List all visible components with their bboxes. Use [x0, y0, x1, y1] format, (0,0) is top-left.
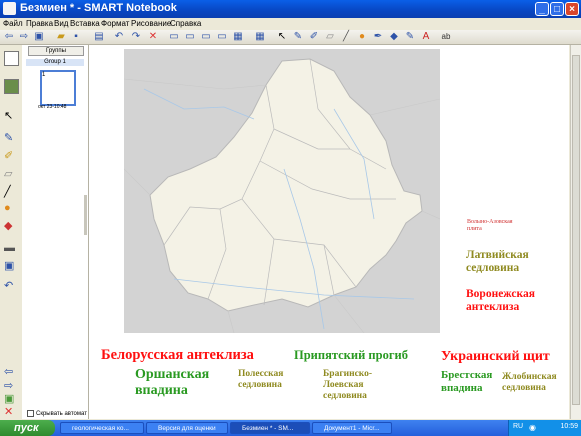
fullscreen-icon[interactable]: ▭	[200, 31, 212, 43]
paste-icon[interactable]: ▤	[93, 31, 105, 43]
taskbar: пуск геологическая ко... Версия для оцен…	[0, 420, 581, 436]
start-button[interactable]: пуск	[0, 420, 55, 436]
menu-format[interactable]: Формат	[101, 19, 129, 28]
scroll-thumb[interactable]	[572, 55, 580, 405]
groups-button[interactable]: Группы	[28, 46, 84, 56]
map-graphic	[123, 58, 441, 334]
open-icon[interactable]: ▰	[55, 31, 67, 43]
belarus-map-image[interactable]	[123, 49, 441, 334]
show-hide-icon[interactable]: ▭	[184, 31, 196, 43]
capture-icon[interactable]: ▦	[232, 31, 244, 43]
screen-icon[interactable]: ▣	[4, 259, 14, 272]
side-tab-strip: ↖ ✎ ✐ ▱ ╱ ● ◆ ▬ ▣ ↶ ⇦ ⇨ ▣ ✕	[0, 45, 23, 419]
thumbnail-number: 1	[42, 72, 46, 78]
creative-pen-icon[interactable]: ✐	[308, 31, 320, 43]
redo-icon[interactable]: ↷	[130, 31, 142, 43]
eraser-icon[interactable]: ▱	[324, 31, 336, 43]
label-volyn-azov-plate[interactable]: Волыно-Азовская плита	[467, 219, 513, 233]
label-voronezh-anteclise[interactable]: Воронежская антеклиза	[466, 288, 535, 314]
language-indicator[interactable]: RU	[513, 423, 523, 430]
pen-icon[interactable]: ✎	[292, 31, 304, 43]
system-tray: RU ◉ 10:59	[508, 420, 581, 436]
panel-resize-handle[interactable]	[84, 195, 87, 235]
gallery-tab-icon[interactable]	[4, 79, 19, 94]
taskbar-item-geology[interactable]: геологическая ко...	[60, 422, 144, 434]
checkbox-icon[interactable]	[27, 410, 34, 417]
spellcheck-icon[interactable]: ab	[440, 31, 452, 43]
prev-page-icon[interactable]: ⇦	[4, 365, 13, 378]
select-icon[interactable]: ↖	[276, 31, 288, 43]
next-page-icon[interactable]: ⇨	[4, 379, 13, 392]
label-brest-depression[interactable]: Брестская впадина	[441, 369, 492, 394]
add-side-icon[interactable]: ▣	[4, 392, 14, 405]
minimize-button[interactable]: _	[535, 2, 549, 16]
label-ukrainian-shield[interactable]: Украинский щит	[441, 349, 550, 365]
text-icon[interactable]: A	[420, 31, 432, 43]
vertical-scrollbar[interactable]	[570, 45, 581, 419]
clock: 10:59	[560, 423, 578, 430]
undo-icon[interactable]: ↶	[113, 31, 125, 43]
menu-draw[interactable]: Рисование	[131, 19, 171, 28]
menu-help[interactable]: Справка	[170, 19, 201, 28]
menu-bar: Файл Правка Вид Вставка Формат Рисование…	[0, 18, 581, 30]
screen-shade-icon[interactable]: ▭	[168, 31, 180, 43]
taskbar-item-notebook[interactable]: Безмиен * - SM...	[230, 422, 310, 434]
label-pripyat-trough[interactable]: Припятский прогиб	[294, 348, 408, 362]
page-sorter: Группы Group 1 1 окт 23-10:48 Скрывать а…	[22, 45, 89, 419]
table-icon[interactable]: ▦	[254, 31, 266, 43]
fill-tool-icon[interactable]: ◆	[4, 219, 12, 232]
page-thumbnail[interactable]	[40, 70, 76, 106]
label-latvian-saddle[interactable]: Латвийская седловина	[466, 249, 529, 275]
line-icon[interactable]: ╱	[340, 31, 352, 43]
taskbar-item-document[interactable]: Документ1 - Micr...	[312, 422, 392, 434]
undo-side-icon[interactable]: ↶	[4, 279, 13, 292]
back-icon[interactable]: ⇦	[3, 31, 15, 43]
menu-edit[interactable]: Правка	[26, 19, 53, 28]
pen-tool-icon[interactable]: ✎	[4, 131, 13, 144]
menu-file[interactable]: Файл	[3, 19, 23, 28]
window-title: Безмиен * - SMART Notebook	[20, 2, 177, 14]
properties-icon[interactable]: ✎	[404, 31, 416, 43]
menu-insert[interactable]: Вставка	[70, 19, 100, 28]
fill-icon[interactable]: ◆	[388, 31, 400, 43]
delete-side-icon[interactable]: ✕	[4, 405, 13, 418]
highlighter-tool-icon[interactable]: ✐	[4, 149, 13, 162]
title-bar: Безмиен * - SMART Notebook _ □ ×	[0, 0, 581, 18]
magic-pen-icon[interactable]: ✒	[372, 31, 384, 43]
label-orsha-depression[interactable]: Оршанская впадина	[135, 367, 209, 399]
label-zhlobin-saddle[interactable]: Жлобинская седловина	[502, 372, 557, 394]
save-icon[interactable]: ▪	[70, 31, 82, 43]
group-header[interactable]: Group 1	[26, 59, 84, 66]
close-button[interactable]: ×	[565, 2, 579, 16]
page-sorter-tab-icon[interactable]	[4, 51, 19, 66]
shape-tool-icon[interactable]: ●	[4, 202, 11, 214]
smart-notebook-icon	[3, 2, 16, 15]
select-tool-icon[interactable]: ↖	[4, 109, 13, 122]
auto-hide-label: Скрывать автомат	[36, 411, 87, 418]
thumbnail-date: окт 23-10:48	[38, 104, 67, 110]
forward-icon[interactable]: ⇨	[18, 31, 30, 43]
delete-icon[interactable]: ✕	[147, 31, 159, 43]
keyboard-icon[interactable]: ▬	[4, 242, 15, 254]
taskbar-item-trial[interactable]: Версия для оценки	[146, 422, 228, 434]
toolbar: ⇦ ⇨ ▣ ▰ ▪ ▤ ↶ ↷ ✕ ▭ ▭ ▭ ▭ ▦ ▦ ↖ ✎ ✐ ▱ ╱ …	[0, 30, 581, 45]
menu-view[interactable]: Вид	[54, 19, 68, 28]
dual-page-icon[interactable]: ▭	[216, 31, 228, 43]
shapes-icon[interactable]: ●	[356, 31, 368, 43]
tray-icon[interactable]: ◉	[529, 423, 536, 432]
auto-hide-checkbox[interactable]: Скрывать автомат	[27, 410, 87, 417]
add-page-icon[interactable]: ▣	[33, 31, 45, 43]
line-tool-icon[interactable]: ╱	[4, 185, 11, 198]
label-bragin-loev-saddle[interactable]: Брагинско- Лоевская седловина	[323, 369, 372, 402]
label-belarusian-anteclise[interactable]: Белорусская антеклиза	[101, 347, 254, 364]
maximize-button[interactable]: □	[550, 2, 564, 16]
eraser-tool-icon[interactable]: ▱	[4, 167, 12, 180]
label-polesie-saddle[interactable]: Полесская седловина	[238, 369, 283, 391]
